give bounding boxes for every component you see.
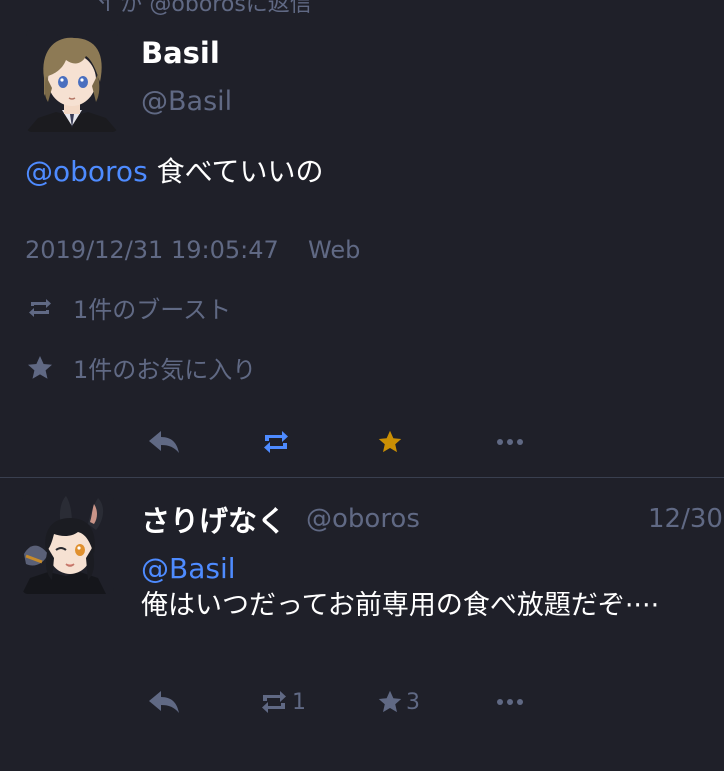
- reply-favourite-count: 3: [406, 689, 420, 715]
- reply-icon: [147, 429, 181, 455]
- star-icon: [376, 688, 404, 716]
- favourite-button[interactable]: [370, 426, 410, 458]
- reply-indicator-partial: ↰ が @oborosに返信: [95, 0, 312, 17]
- avatar-oboros[interactable]: [22, 494, 114, 594]
- more-button[interactable]: [490, 426, 530, 458]
- reply-account-handle[interactable]: @oboros: [306, 504, 420, 534]
- mention-link[interactable]: @oboros: [25, 155, 148, 188]
- boosts-link[interactable]: 1件のブースト: [25, 290, 231, 325]
- status-text: 食べていいの: [156, 155, 324, 188]
- avatar-basil[interactable]: [26, 30, 118, 132]
- reply-button[interactable]: [144, 426, 184, 458]
- status-application[interactable]: Web: [308, 236, 360, 264]
- reply-boost-count: 1: [292, 689, 306, 715]
- boost-icon: [260, 429, 292, 455]
- account-handle[interactable]: @Basil: [141, 86, 232, 117]
- reply-reply-button[interactable]: [144, 686, 184, 718]
- status-content: @oboros 食べていいの: [25, 150, 323, 190]
- favourites-count-label: 1件のお気に入り: [73, 356, 257, 384]
- reply-relative-time[interactable]: 12/30: [648, 504, 723, 534]
- more-icon: [496, 698, 524, 706]
- boost-button[interactable]: [256, 426, 296, 458]
- status-meta: 2019/12/31 19:05:47 Web: [25, 236, 360, 264]
- display-name[interactable]: Basil: [141, 36, 220, 70]
- reply-display-name[interactable]: さりげなく: [141, 498, 286, 540]
- reply-mention-link[interactable]: @Basil: [141, 552, 236, 585]
- star-icon: [25, 353, 55, 383]
- reply-favourite-button[interactable]: 3: [376, 686, 428, 718]
- reply-more-button[interactable]: [490, 686, 530, 718]
- status-timestamp[interactable]: 2019/12/31 19:05:47: [25, 236, 279, 264]
- reply-icon: [147, 689, 181, 715]
- more-icon: [496, 438, 524, 446]
- reply-boost-button[interactable]: 1: [258, 686, 310, 718]
- favourite-icon: [376, 428, 404, 456]
- divider: [0, 477, 724, 478]
- favourites-link[interactable]: 1件のお気に入り: [25, 350, 256, 385]
- boost-icon: [258, 689, 290, 715]
- boost-icon: [25, 293, 55, 323]
- reply-status-text: 俺はいつだってお前専用の食べ放題だぞ····: [141, 590, 660, 621]
- boosts-count-label: 1件のブースト: [73, 296, 232, 324]
